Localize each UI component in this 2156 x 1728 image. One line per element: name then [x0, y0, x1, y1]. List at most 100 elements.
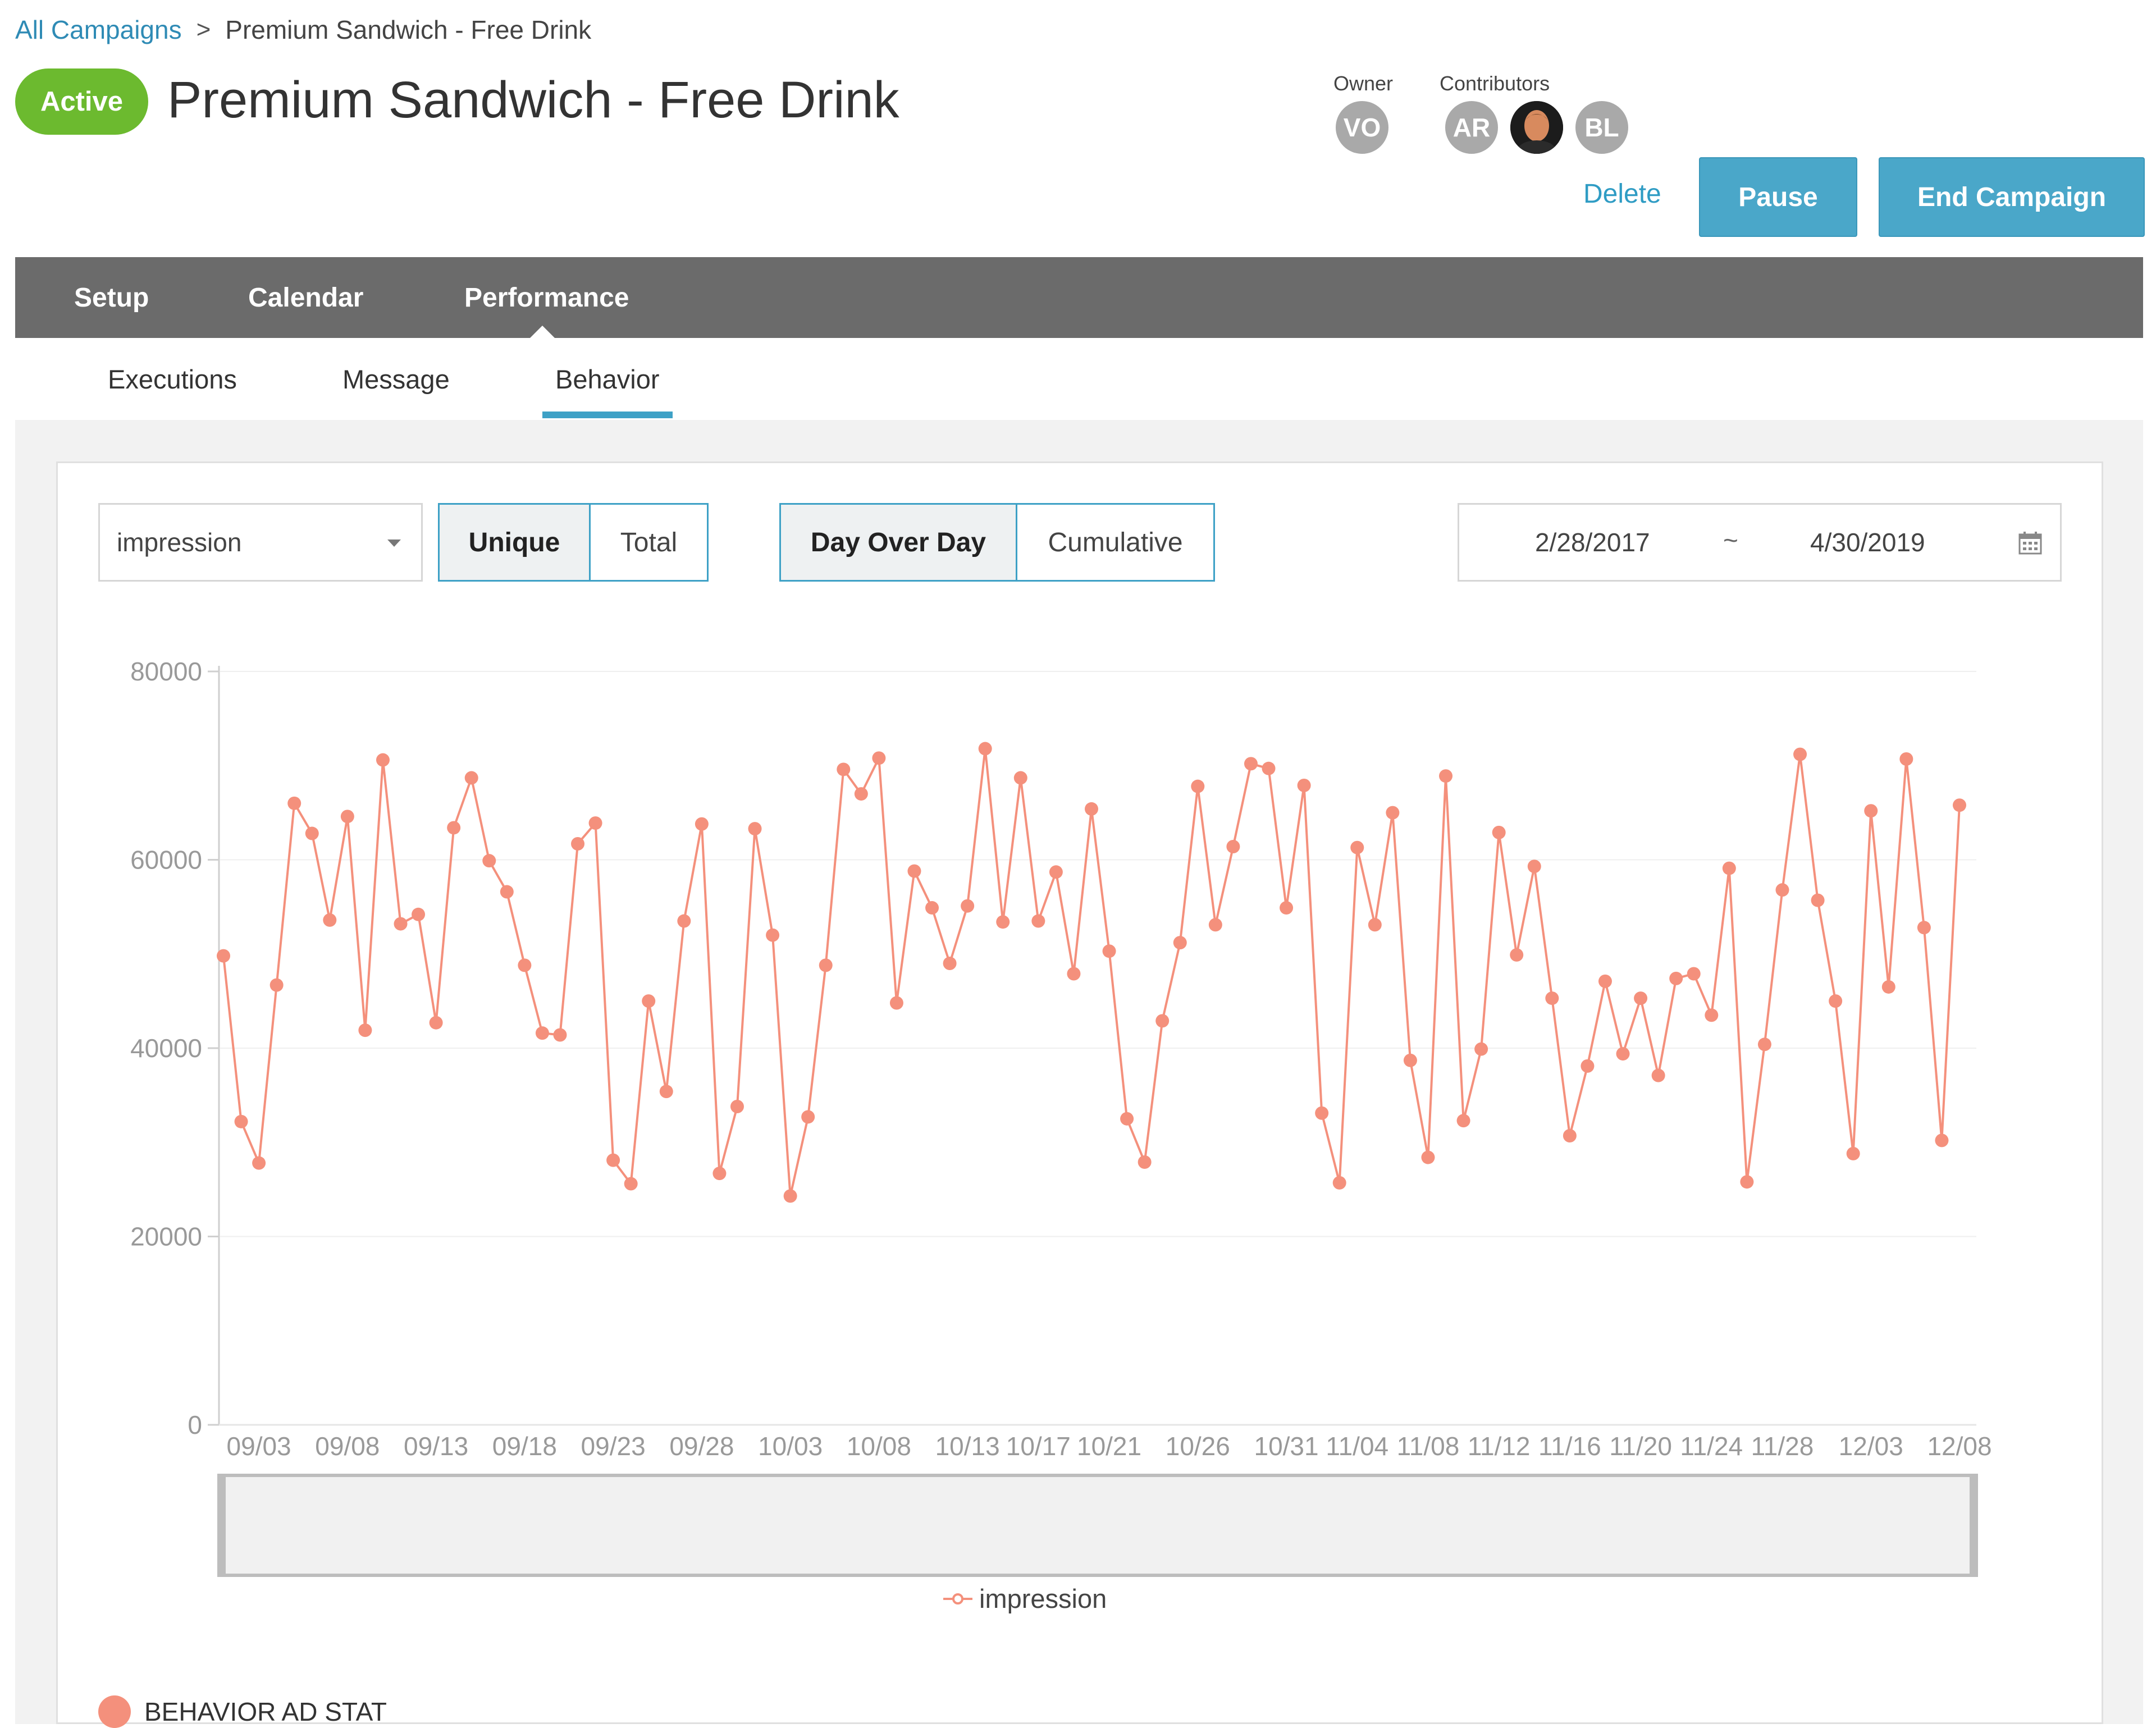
data-point — [1262, 761, 1276, 775]
data-point — [659, 1085, 673, 1099]
data-point — [252, 1156, 266, 1170]
data-point — [961, 899, 975, 913]
y-tick-label: 0 — [188, 1410, 202, 1439]
data-point — [1049, 865, 1063, 879]
section-dot-icon — [98, 1695, 131, 1728]
data-point — [1226, 840, 1240, 854]
data-point — [1031, 914, 1045, 928]
chart-series — [217, 742, 1966, 1203]
data-point — [943, 957, 957, 971]
data-point — [518, 958, 532, 972]
x-tick-label: 09/08 — [315, 1432, 380, 1461]
data-point — [1315, 1106, 1329, 1120]
data-point — [1846, 1146, 1860, 1160]
data-point — [323, 913, 337, 927]
data-point — [1935, 1133, 1949, 1148]
data-point — [1669, 971, 1683, 985]
data-point — [1581, 1059, 1595, 1073]
data-point — [819, 958, 833, 972]
data-point — [606, 1153, 620, 1167]
x-tick-label: 11/16 — [1538, 1432, 1601, 1461]
x-tick-label: 09/28 — [669, 1432, 734, 1461]
x-tick-label: 09/13 — [404, 1432, 468, 1461]
data-point — [1740, 1175, 1754, 1189]
data-point — [1368, 918, 1382, 932]
x-tick-label: 12/08 — [1927, 1432, 1991, 1461]
data-point — [783, 1189, 797, 1203]
data-point — [1527, 860, 1541, 874]
data-point — [1492, 825, 1506, 839]
data-point — [358, 1023, 372, 1037]
data-point — [482, 854, 496, 868]
data-point — [1917, 921, 1931, 935]
data-point — [624, 1177, 638, 1191]
data-point — [1138, 1155, 1152, 1169]
x-tick-label: 11/08 — [1397, 1432, 1460, 1461]
data-point — [1775, 883, 1789, 897]
data-point — [889, 996, 903, 1010]
data-point — [907, 864, 921, 878]
data-point — [270, 978, 284, 992]
data-point — [1722, 861, 1736, 875]
x-tick-label: 10/03 — [758, 1432, 823, 1461]
data-point — [1864, 804, 1878, 818]
data-point — [730, 1100, 744, 1114]
data-point — [1191, 779, 1205, 793]
data-point — [925, 901, 939, 915]
x-tick-label: 10/08 — [847, 1432, 911, 1461]
data-point — [1793, 747, 1807, 761]
data-point — [1510, 948, 1524, 962]
data-point — [447, 821, 461, 835]
legend-series-label: impression — [979, 1584, 1107, 1613]
data-point — [1687, 967, 1701, 981]
data-point — [642, 994, 656, 1008]
chart-legend[interactable]: impression — [943, 1583, 1107, 1614]
section-label-text: BEHAVIOR AD STAT — [144, 1697, 387, 1726]
data-point — [766, 928, 780, 942]
data-point — [712, 1167, 727, 1181]
range-handle-right[interactable] — [1970, 1475, 1977, 1575]
data-point — [854, 787, 868, 801]
data-point — [996, 915, 1010, 929]
x-tick-label: 10/13 — [935, 1432, 1000, 1461]
data-point — [1332, 1176, 1346, 1190]
data-point — [1208, 918, 1222, 932]
range-navigator[interactable] — [217, 1474, 1978, 1577]
data-point — [1598, 974, 1612, 988]
data-point — [1120, 1112, 1134, 1126]
data-point — [376, 753, 390, 767]
data-point — [1899, 752, 1913, 766]
data-point — [1616, 1047, 1630, 1061]
data-point — [677, 914, 691, 928]
range-handle-left[interactable] — [218, 1475, 226, 1575]
data-point — [1350, 840, 1364, 854]
data-point — [1634, 991, 1648, 1005]
x-tick-label: 11/12 — [1468, 1432, 1531, 1461]
data-point — [1651, 1068, 1665, 1082]
data-point — [1421, 1150, 1435, 1164]
data-point — [978, 742, 992, 756]
y-tick-label: 60000 — [130, 845, 202, 875]
data-point — [1456, 1114, 1470, 1128]
data-point — [553, 1028, 567, 1042]
data-point — [1705, 1008, 1719, 1022]
x-tick-label: 10/17 — [1006, 1432, 1071, 1461]
data-point — [217, 949, 230, 963]
chart-axes: 0 20000 40000 60000 80000 09/03 09/08 09/13 09/1… — [130, 657, 1991, 1461]
data-point — [1545, 991, 1559, 1005]
x-tick-label: 11/28 — [1751, 1432, 1814, 1461]
data-point — [1829, 994, 1843, 1008]
data-point — [305, 826, 319, 840]
data-point — [695, 817, 709, 831]
data-point — [1757, 1037, 1771, 1052]
data-point — [872, 751, 886, 765]
data-point — [1155, 1014, 1170, 1028]
data-point — [1811, 893, 1825, 907]
legend-line-marker-icon — [943, 1593, 972, 1604]
data-point — [801, 1110, 815, 1124]
data-point — [748, 822, 762, 836]
data-point — [394, 917, 408, 931]
data-point — [1386, 806, 1400, 820]
y-tick-label: 40000 — [130, 1034, 202, 1063]
data-point — [1013, 771, 1027, 785]
